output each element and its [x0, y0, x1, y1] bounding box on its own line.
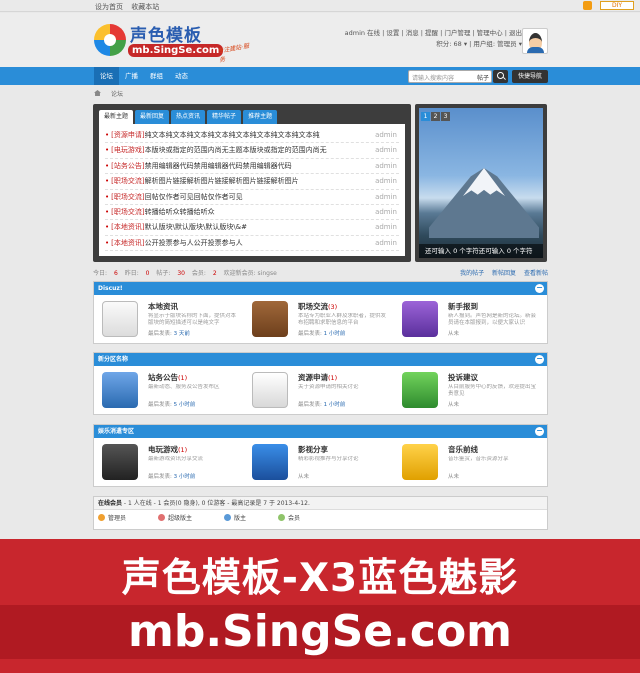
email-icon: [252, 372, 288, 408]
slide-page-1[interactable]: 1: [421, 112, 430, 121]
nav-item-feed[interactable]: 动态: [169, 67, 194, 85]
top-bar: 设为首页 收藏本站 DIY: [0, 0, 640, 12]
online-summary: - 1 人在线 - 1 会员(0 隐身), 0 位游客 - 最高记录是 7 于 …: [122, 500, 310, 507]
home-icon[interactable]: [94, 90, 101, 96]
tab-hot-news[interactable]: 热点资讯: [171, 110, 206, 124]
logo-slogan: 专注建站·服务: [217, 42, 250, 64]
checkin-icon: [402, 301, 438, 337]
slide-image[interactable]: [419, 108, 543, 258]
banner-url: mb.SingSe.com: [0, 605, 640, 659]
collapse-icon[interactable]: −: [535, 355, 544, 364]
banner-title: 声色模板-X3蓝色魅影: [121, 556, 519, 601]
play-video-icon: [252, 444, 288, 480]
diy-button[interactable]: DIY: [600, 1, 634, 10]
slide-page-2[interactable]: 2: [431, 112, 440, 121]
tab-latest-threads[interactable]: 最新主题: [99, 110, 134, 124]
my-threads-link[interactable]: 我的帖子: [460, 270, 484, 277]
forum-group-discuz: Discuz! − 本地资讯 将显示于版块名称的下面，提供对本版块的简短描述可以是…: [93, 281, 548, 344]
forum-music[interactable]: 音乐前线 音乐鉴赏，音乐资源分享 从未: [396, 444, 544, 484]
list-item[interactable]: • [本地资讯]公开投票参与人公开投票参与人 admin: [105, 236, 399, 252]
welcome-new-member[interactable]: 欢迎新会员: singse: [224, 270, 277, 277]
bookmark-link[interactable]: 收藏本站: [131, 3, 159, 11]
logo-url: mb.SingSe.com: [128, 44, 224, 57]
newspaper-icon: [102, 301, 138, 337]
forum-career[interactable]: 职场交流(3) 本站专为职业人群及求职者，提供发布招聘和求职信息的平台 最后发表…: [246, 301, 394, 341]
phone-icon: [402, 372, 438, 408]
music-note-icon: [402, 444, 438, 480]
notice-board-icon: [102, 372, 138, 408]
stat-today: 今日: 6: [93, 270, 118, 277]
user-menu[interactable]: admin 在线 | 设置 | 消息 | 提醒 | 门户管理 | 管理中心 | …: [345, 28, 522, 50]
breadcrumb: 论坛: [94, 89, 123, 98]
header: 声色模板 mb.SingSe.com 专注建站·服务 admin 在线 | 设置…: [0, 13, 640, 67]
logo-ball-icon: [94, 24, 126, 56]
stat-yesterday: 昨日: 0: [124, 270, 150, 277]
slide-pager: 1 2 3: [421, 112, 451, 121]
quick-nav-button[interactable]: 快捷导航: [512, 70, 548, 83]
forum-local-news[interactable]: 本地资讯 将显示于版块名称的下面，提供对本版块的简短描述可以是纯文字 最后发表:…: [96, 301, 244, 341]
tab-digest[interactable]: 精华帖子: [207, 110, 242, 124]
briefcase-icon: [252, 301, 288, 337]
group-title[interactable]: 娱乐消遣专区: [98, 428, 134, 435]
forum-movies[interactable]: 影视分享 精彩影视推荐与分享讨论 从未: [246, 444, 394, 484]
legend-mod: 版主: [224, 513, 262, 522]
forum-resource-request[interactable]: 资源申请(1) 关于资源申请的相关讨论 最后发表: 1 小时前: [246, 372, 394, 412]
collapse-icon[interactable]: −: [535, 284, 544, 293]
slide-page-3[interactable]: 3: [441, 112, 450, 121]
image-slider[interactable]: 1 2 3 还可输入 0 个字符还可输入 0 个字符: [415, 104, 547, 262]
nav-item-forum[interactable]: 论坛: [94, 67, 119, 85]
user-credits[interactable]: 积分: 68 ▾ | 用户组: 管理员 ▾: [345, 39, 522, 50]
list-item[interactable]: • [资源申请]纯文本纯文本纯文本纯文本纯文本纯文本纯文本纯文本纯 admin: [105, 128, 399, 144]
list-item[interactable]: • [职场交流]解析图片链接解析图片链接解析图片链接解析图片 admin: [105, 174, 399, 190]
legend-admin: 管理员: [98, 513, 142, 522]
nav-item-broadcast[interactable]: 广播: [119, 67, 144, 85]
avatar[interactable]: [522, 28, 548, 54]
main-nav: 论坛 广播 群组 动态 请输入搜索内容 帖子 快捷导航: [0, 67, 640, 85]
promo-banner: 声色模板-X3蓝色魅影 mb.SingSe.com: [0, 539, 640, 673]
forum-games[interactable]: 电玩游戏(1) 最新游戏资讯分享交流 最后发表: 3 小时前: [96, 444, 244, 484]
view-new-link[interactable]: 查看新帖: [524, 270, 548, 277]
style-switch-icon[interactable]: [583, 1, 592, 10]
stat-members: 会员: 2: [191, 270, 217, 277]
search-icon[interactable]: [493, 70, 508, 83]
thread-list: • [资源申请]纯文本纯文本纯文本纯文本纯文本纯文本纯文本纯文本纯 admin •[…: [99, 124, 405, 256]
logo-name: 声色模板: [130, 26, 202, 46]
tab-latest-replies[interactable]: 最新回复: [135, 110, 170, 124]
list-item[interactable]: • [职场交流]回帖仅作者可见回帖仅作者可见 admin: [105, 190, 399, 205]
joystick-icon: [102, 444, 138, 480]
legend-super-mod: 超级版主: [158, 513, 208, 522]
user-links[interactable]: admin 在线 | 设置 | 消息 | 提醒 | 门户管理 | 管理中心 | …: [345, 28, 522, 39]
online-title[interactable]: 在线会员: [98, 500, 122, 507]
forum-stats: 今日: 6 昨日: 0 帖子: 30 会员: 2 欢迎新会员: singse 我…: [93, 268, 548, 278]
online-members: 在线会员 - 1 人在线 - 1 会员(0 隐身), 0 位游客 - 最高记录是…: [93, 496, 548, 530]
new-replies-link[interactable]: 新帖回复: [492, 270, 516, 277]
legend-member: 会员: [278, 513, 316, 522]
list-item[interactable]: • [电玩游戏]本版块或指定的范围内尚无主题本版块或指定的范围内尚无 admin: [105, 143, 399, 159]
list-item[interactable]: • [本地资讯]默认版块\默认版块\默认版块\&# admin: [105, 220, 399, 236]
group-title[interactable]: 新分区名称: [98, 356, 128, 363]
forum-newbie[interactable]: 新手报到 新人报到。声色网是新的论坛。新会员请在本版报到，以便大家认识 从未: [396, 301, 544, 341]
site-logo[interactable]: 声色模板 mb.SingSe.com 专注建站·服务: [94, 21, 254, 65]
forum-group-new: 新分区名称 − 站务公告(1) 最新动态、服务及公告发布区 最后发表: 5 小时前…: [93, 352, 548, 415]
list-item[interactable]: • [站务公告]禁用编辑器代码禁用编辑器代码禁用编辑器代码 admin: [105, 159, 399, 175]
group-title[interactable]: Discuz!: [98, 285, 123, 292]
forum-group-entertainment: 娱乐消遣专区 − 电玩游戏(1) 最新游戏资讯分享交流 最后发表: 3 小时前 影…: [93, 424, 548, 487]
stat-posts: 帖子: 30: [156, 270, 185, 277]
forum-announcements[interactable]: 站务公告(1) 最新动态、服务及公告发布区 最后发表: 5 小时前: [96, 372, 244, 412]
set-homepage-link[interactable]: 设为首页: [95, 3, 123, 11]
news-panel: 最新主题 最新回复 热点资讯 精华帖子 推荐主题 • [资源申请]纯文本纯文本纯文…: [93, 104, 411, 262]
breadcrumb-forum[interactable]: 论坛: [111, 91, 123, 98]
search-placeholder: 请输入搜索内容: [412, 75, 455, 82]
search-input[interactable]: 请输入搜索内容 帖子: [408, 70, 492, 83]
slide-caption[interactable]: 还可输入 0 个字符还可输入 0 个字符: [419, 244, 543, 258]
list-item[interactable]: • [职场交流]转播给听众转播给听众 admin: [105, 205, 399, 221]
search-type-select[interactable]: 帖子: [477, 73, 489, 82]
nav-item-group[interactable]: 群组: [144, 67, 169, 85]
collapse-icon[interactable]: −: [535, 427, 544, 436]
tab-recommended[interactable]: 推荐主题: [243, 110, 278, 124]
top-links: 设为首页 收藏本站: [95, 2, 165, 12]
forum-feedback[interactable]: 投诉建议 从目前服务中心的反馈，欢迎提出宝贵意见 从未: [396, 372, 544, 412]
